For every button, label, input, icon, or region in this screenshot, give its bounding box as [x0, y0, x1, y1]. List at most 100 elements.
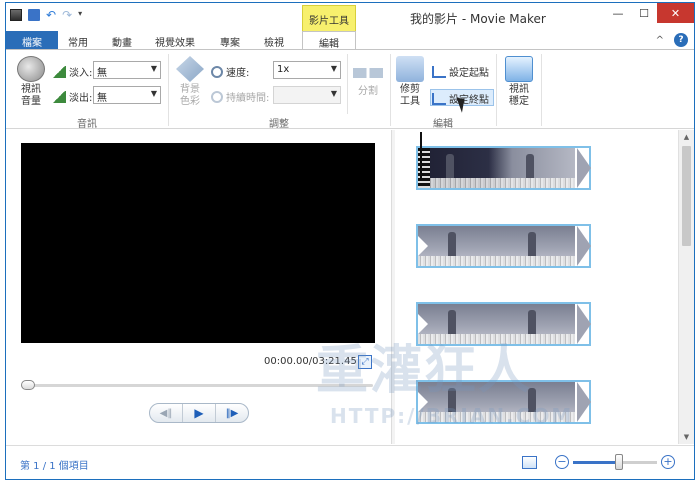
fade-in-dropdown[interactable]: 無 ▼ [93, 61, 161, 79]
fade-out-row: 淡出: [52, 89, 92, 104]
fullscreen-preview-button[interactable]: ⤢ [358, 355, 372, 369]
stabilization-icon [505, 56, 533, 82]
save-icon[interactable] [28, 9, 40, 21]
paint-bucket-icon [176, 56, 204, 82]
zoom-slider-thumb[interactable] [615, 454, 624, 470]
play-button[interactable]: ▶ [183, 404, 216, 422]
video-tools-context-header: 影片工具 [302, 5, 356, 31]
video-clip[interactable] [416, 302, 591, 346]
set-end-label: 設定終點 [449, 95, 489, 106]
fade-in-value: 無 [97, 68, 107, 79]
pane-splitter[interactable] [391, 130, 395, 444]
duration-dropdown: ▼ [273, 86, 341, 104]
speed-value: 1x [277, 64, 290, 75]
video-clip[interactable] [416, 146, 591, 190]
maximize-button[interactable]: ☐ [631, 3, 657, 23]
quick-access-toolbar: ↶ ↷ ▾ [10, 9, 82, 21]
clip-arrow [577, 304, 591, 344]
fade-in-label: 淡入: [69, 68, 93, 79]
clip-transition-notch [418, 314, 428, 334]
duration-icon [211, 90, 223, 103]
clip-figure [446, 154, 454, 178]
tab-home[interactable]: 常用 [58, 31, 98, 49]
chevron-down-icon: ▼ [150, 89, 157, 98]
seek-bar-thumb[interactable] [21, 380, 35, 390]
playback-controls: ◀‖ ▶ ‖▶ [149, 403, 249, 423]
timecode: 00:00.00/03:21.45 [264, 356, 357, 367]
speed-row: 速度: [211, 64, 249, 79]
split-button: 分割 [351, 60, 385, 98]
speed-dropdown[interactable]: 1x ▼ [273, 61, 341, 79]
speaker-icon [17, 56, 45, 82]
video-clip[interactable] [416, 224, 591, 268]
zoom-out-button[interactable]: − [555, 455, 569, 469]
item-count: 第 1 / 1 個項目 [20, 461, 89, 472]
duration-label: 持續時間: [226, 93, 270, 104]
background-color-button[interactable]: 背景 色彩 [173, 56, 207, 108]
clip-transition-notch [418, 236, 428, 256]
scroll-up-icon[interactable]: ▲ [679, 130, 694, 144]
collapse-ribbon-icon[interactable]: ^ [656, 35, 664, 46]
video-preview[interactable] [21, 143, 375, 343]
seek-bar[interactable] [21, 384, 373, 387]
set-end-icon [432, 92, 446, 105]
clip-figure [526, 154, 534, 178]
tab-file[interactable]: 檔案 [6, 31, 58, 49]
ribbon-edit: 視訊 音量 淡入: 無 ▼ 淡出: 無 ▼ 音訊 背景 色彩 速度: 1x ▼ … [6, 49, 694, 130]
ribbon-help-area: ^ ? [656, 33, 688, 47]
playhead[interactable] [420, 132, 422, 180]
duration-row: 持續時間: [211, 89, 269, 104]
customize-qat-icon[interactable]: ▾ [78, 9, 82, 21]
clip-figure [528, 232, 536, 256]
video-volume-label: 視訊 音量 [21, 84, 41, 107]
undo-icon[interactable]: ↶ [46, 9, 56, 21]
set-start-point-button[interactable]: 設定起點 [432, 64, 489, 79]
clip-frames [418, 148, 575, 188]
clip-arrow [577, 148, 591, 188]
tab-visual-effects[interactable]: 視覺效果 [146, 31, 204, 49]
main-area: 00:00.00/03:21.45 ⤢ ◀‖ ▶ ‖▶ ▲ ▼ 重灌狂人 HTT… [6, 130, 694, 444]
clip-figure [448, 388, 456, 412]
zoom-in-button[interactable]: + [661, 455, 675, 469]
zoom-slider-fill [573, 461, 620, 464]
set-start-icon [432, 65, 446, 78]
fade-out-icon [52, 90, 66, 103]
storyboard [396, 130, 678, 444]
tab-project[interactable]: 專案 [210, 31, 250, 49]
speed-icon [211, 65, 223, 78]
split-label: 分割 [358, 86, 378, 97]
close-button[interactable]: ✕ [657, 3, 694, 23]
video-stabilization-label: 視訊 穩定 [509, 84, 529, 107]
video-stabilization-button[interactable]: 視訊 穩定 [502, 56, 536, 108]
storyboard-scrollbar[interactable]: ▲ ▼ [678, 130, 694, 444]
trim-tool-button[interactable]: 修剪 工具 [395, 56, 425, 108]
clip-figure [528, 310, 536, 334]
group-separator [541, 54, 542, 126]
thumbnail-size-icon[interactable] [522, 456, 537, 469]
trim-icon [396, 56, 424, 82]
chevron-down-icon: ▼ [330, 64, 337, 73]
redo-icon[interactable]: ↷ [62, 9, 72, 21]
audio-group-label: 音訊 [77, 119, 97, 130]
video-volume-button[interactable]: 視訊 音量 [14, 56, 48, 108]
scroll-down-icon[interactable]: ▼ [679, 430, 694, 444]
editing-group-label: 編輯 [433, 119, 453, 130]
app-menu-icon[interactable] [10, 9, 22, 21]
tab-animations[interactable]: 動畫 [102, 31, 142, 49]
minimize-button[interactable]: — [605, 3, 631, 23]
set-start-label: 設定起點 [449, 68, 489, 79]
next-frame-button[interactable]: ‖▶ [216, 404, 248, 422]
clip-arrow [577, 226, 591, 266]
previous-frame-button[interactable]: ◀‖ [150, 404, 183, 422]
tab-edit[interactable]: 編輯 [302, 31, 356, 50]
preview-pane: 00:00.00/03:21.45 ⤢ ◀‖ ▶ ‖▶ [6, 130, 391, 444]
adjust-group-label: 調整 [269, 119, 289, 130]
group-separator [496, 54, 497, 126]
clip-frames [418, 226, 575, 266]
movie-maker-window: ↶ ↷ ▾ 影片工具 我的影片 - Movie Maker — ☐ ✕ 檔案 常… [5, 2, 695, 480]
video-clip[interactable] [416, 380, 591, 424]
scrollbar-thumb[interactable] [682, 146, 691, 246]
fade-out-dropdown[interactable]: 無 ▼ [93, 86, 161, 104]
help-icon[interactable]: ? [674, 33, 688, 47]
tab-view[interactable]: 檢視 [254, 31, 294, 49]
